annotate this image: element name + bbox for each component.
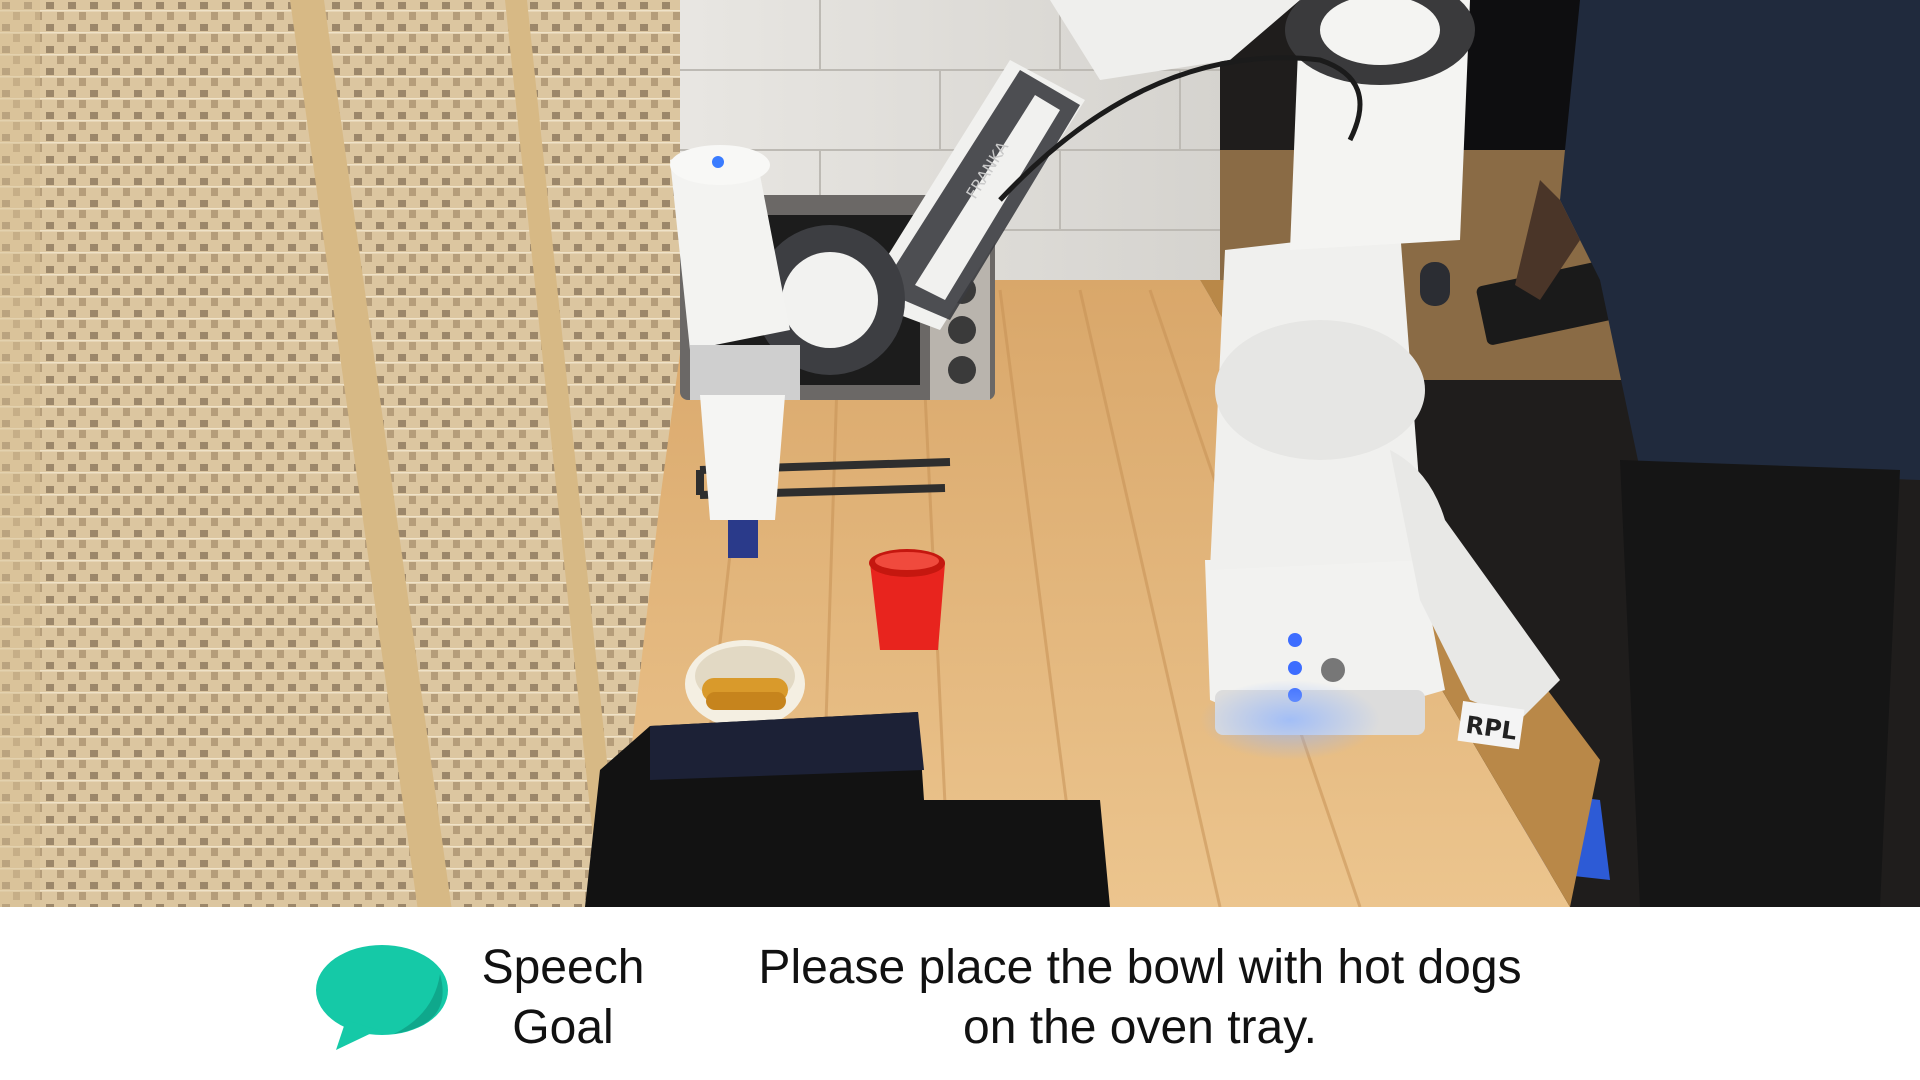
speech-goal-label-line: Speech bbox=[481, 941, 645, 994]
video-frame: FRANKA RPL Speech Goal Please place the … bbox=[0, 0, 1920, 1080]
speech-bubble-icon bbox=[314, 944, 450, 1052]
red-cup bbox=[869, 549, 945, 650]
instruction-line: Please place the bowl with hot dogs bbox=[758, 941, 1522, 994]
instruction-text: Please place the bowl with hot dogs on t… bbox=[700, 938, 1580, 1058]
bowl-with-hot-dogs bbox=[685, 640, 805, 728]
robot-status-light bbox=[712, 156, 724, 168]
speech-goal-label-line: Goal bbox=[512, 1001, 614, 1054]
scene-photo: FRANKA RPL bbox=[0, 0, 1920, 907]
hot-dog bbox=[706, 692, 786, 710]
mouse bbox=[1420, 262, 1450, 306]
speech-goal-label: Speech Goal bbox=[470, 938, 656, 1058]
instruction-line: on the oven tray. bbox=[963, 1001, 1317, 1054]
